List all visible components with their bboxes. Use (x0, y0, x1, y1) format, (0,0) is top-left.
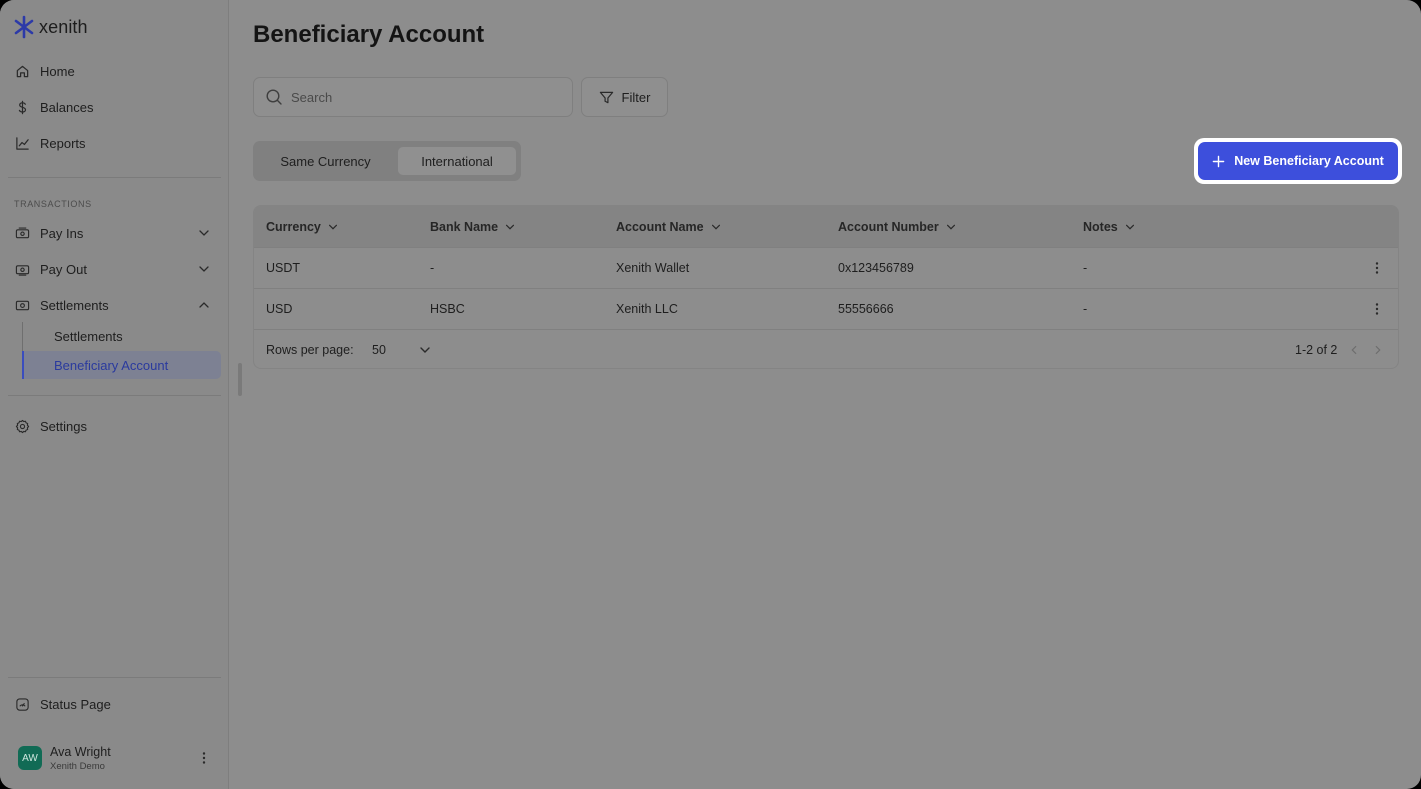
column-header-label: Bank Name (430, 219, 499, 234)
page-title: Beneficiary Account (253, 21, 485, 48)
cell-notes: - (1083, 302, 1088, 316)
rows-per-page-label: Rows per page: (266, 343, 354, 357)
app-window: xenith Home Balances Reports TRANSACTION… (0, 0, 1421, 789)
logo-text: xenith (39, 16, 88, 37)
nav-pay-out[interactable]: Pay Out (8, 254, 221, 284)
nav-balances-label: Balances (40, 99, 94, 115)
logo[interactable]: xenith (13, 14, 88, 40)
currency-tabs: Same Currency International (253, 141, 521, 181)
row-actions-icon[interactable] (1369, 260, 1385, 276)
nav-settlements[interactable]: Settlements (8, 290, 221, 320)
pay-out-icon (14, 261, 30, 277)
sidebar-divider (8, 677, 221, 678)
nav-pay-out-label: Pay Out (40, 261, 87, 277)
nav-pay-ins-label: Pay Ins (40, 225, 84, 241)
column-header-account-name[interactable]: Account Name (616, 206, 722, 247)
sidebar-divider (8, 177, 221, 178)
chevron-down-icon (506, 224, 515, 230)
nav-settings[interactable]: Settings (8, 411, 221, 441)
chevron-up-icon (199, 302, 209, 308)
cell-currency: USD (266, 302, 293, 316)
pagination-range: 1-2 of 2 (1295, 343, 1338, 357)
new-beneficiary-account-button[interactable]: New Beneficiary Account (1198, 142, 1398, 180)
cell-account-name: Xenith Wallet (616, 261, 690, 275)
cell-account-number: 0x123456789 (838, 261, 914, 275)
chevron-left-icon (1351, 345, 1357, 355)
column-header-notes[interactable]: Notes (1083, 206, 1136, 247)
gear-icon (14, 418, 30, 434)
cell-bank-name: HSBC (430, 302, 465, 316)
table-row[interactable]: USDT - Xenith Wallet 0x123456789 - (254, 247, 1398, 288)
nav-status-page[interactable]: Status Page (8, 689, 221, 719)
more-vertical-icon[interactable] (196, 750, 212, 766)
sidebar-resize-handle[interactable] (238, 363, 242, 396)
chevron-down-icon (946, 224, 955, 230)
chevron-down-icon (1125, 224, 1134, 230)
user-organization: Xenith Demo (50, 761, 105, 772)
cell-notes: - (1083, 261, 1088, 275)
column-header-label: Account Number (838, 219, 939, 234)
sidebar: xenith Home Balances Reports TRANSACTION… (0, 0, 242, 789)
tab-international[interactable]: International (398, 147, 516, 175)
chevron-down-icon (199, 230, 209, 236)
next-page-button[interactable] (1370, 342, 1386, 358)
filter-button[interactable]: Filter (581, 77, 668, 117)
subnav-beneficiary-account[interactable]: Beneficiary Account (22, 351, 221, 379)
status-icon (14, 696, 30, 712)
chevron-right-icon (1375, 345, 1381, 355)
column-header-bank-name[interactable]: Bank Name (430, 206, 516, 247)
home-icon (14, 63, 30, 79)
beneficiary-table: Currency Bank Name Account Name Account … (253, 205, 1399, 369)
column-header-account-number[interactable]: Account Number (838, 206, 957, 247)
dollar-icon (14, 99, 30, 115)
plus-icon (1212, 155, 1225, 167)
sidebar-divider (8, 395, 221, 396)
nav-reports[interactable]: Reports (8, 128, 221, 158)
tab-same-currency[interactable]: Same Currency (259, 147, 392, 175)
table-footer: Rows per page: 50 1-2 of 2 (254, 329, 1398, 368)
column-header-label: Account Name (616, 219, 704, 234)
xenith-logo-icon (14, 15, 34, 39)
cell-account-name: Xenith LLC (616, 302, 678, 316)
user-profile[interactable]: AW Ava Wright Xenith Demo (18, 745, 218, 773)
rows-per-page-select[interactable]: 50 (372, 338, 436, 362)
nav-home-label: Home (40, 63, 75, 79)
section-label-transactions: TRANSACTIONS (14, 199, 92, 209)
chevron-down-icon (199, 266, 209, 272)
chart-icon (14, 135, 30, 151)
subnav-settlements[interactable]: Settlements (22, 322, 221, 350)
search-box[interactable] (253, 77, 573, 117)
search-icon (266, 89, 282, 105)
settlements-icon (14, 297, 30, 313)
search-input[interactable] (291, 89, 551, 105)
avatar: AW (18, 746, 42, 770)
chevron-down-icon (711, 224, 720, 230)
cell-account-number: 55556666 (838, 302, 894, 316)
table-row[interactable]: USD HSBC Xenith LLC 55556666 - (254, 288, 1398, 329)
table-header: Currency Bank Name Account Name Account … (254, 206, 1398, 247)
nav-settings-label: Settings (40, 418, 87, 434)
column-header-label: Notes (1083, 219, 1118, 234)
pay-in-icon (14, 225, 30, 241)
nav-status-page-label: Status Page (40, 696, 111, 712)
rows-per-page-value: 50 (372, 343, 386, 357)
new-beneficiary-account-label: New Beneficiary Account (1234, 154, 1384, 168)
user-name: Ava Wright (50, 745, 111, 759)
column-header-label: Currency (266, 219, 321, 234)
nav-settlements-label: Settlements (40, 297, 109, 313)
cell-bank-name: - (430, 261, 435, 275)
nav-pay-ins[interactable]: Pay Ins (8, 218, 221, 248)
nav-balances[interactable]: Balances (8, 92, 221, 122)
filter-icon (599, 91, 613, 103)
row-actions-icon[interactable] (1369, 301, 1385, 317)
chevron-down-icon (328, 224, 337, 230)
nav-home[interactable]: Home (8, 56, 221, 86)
nav-reports-label: Reports (40, 135, 86, 151)
chevron-down-icon (420, 347, 430, 353)
cell-currency: USDT (266, 261, 301, 275)
filter-button-label: Filter (621, 89, 651, 105)
previous-page-button[interactable] (1346, 342, 1362, 358)
column-header-currency[interactable]: Currency (266, 206, 339, 247)
